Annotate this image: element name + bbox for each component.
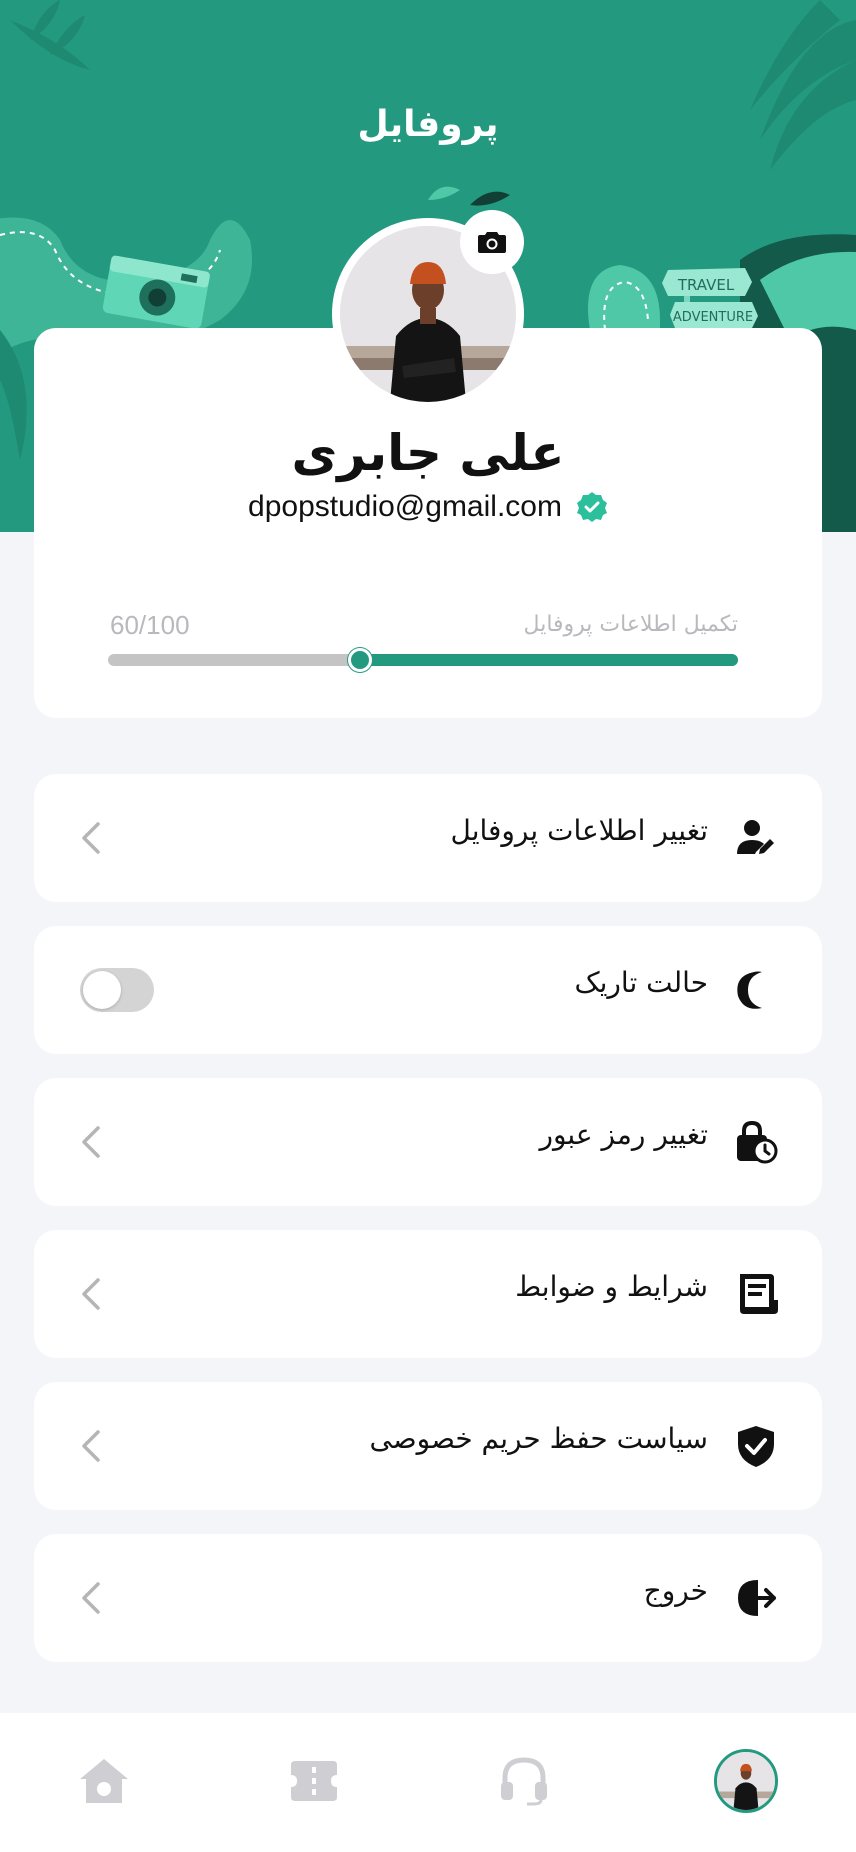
chevron-left-icon <box>82 1278 100 1310</box>
profile-completion-label: تکمیل اطلاعات پروفایل <box>523 612 738 637</box>
menu-item-privacy-policy[interactable]: سیاست حفظ حریم خصوصی <box>34 1382 822 1510</box>
nav-avatar <box>714 1749 778 1813</box>
menu-item-terms[interactable]: شرایط و ضوابط <box>34 1230 822 1358</box>
profile-completion-fill <box>360 654 738 666</box>
document-icon <box>740 1274 778 1314</box>
profile-completion-knob <box>348 648 372 672</box>
user-name: علی جابری <box>291 424 565 482</box>
chevron-left-icon <box>82 1126 100 1158</box>
user-email: dpopstudio@gmail.com <box>248 490 562 523</box>
menu-label: خروج <box>643 1574 708 1607</box>
menu-label: تغییر اطلاعات پروفایل <box>450 814 709 847</box>
chevron-left-icon <box>82 822 100 854</box>
menu-item-logout[interactable]: خروج <box>34 1534 822 1662</box>
nav-tickets[interactable] <box>282 1749 346 1813</box>
lock-clock-icon <box>737 1120 778 1164</box>
logout-icon <box>738 1580 776 1616</box>
svg-text:TRAVEL: TRAVEL <box>677 276 735 294</box>
menu-label: شرایط و ضوابط <box>515 1270 708 1303</box>
headset-icon <box>501 1757 547 1806</box>
chevron-left-icon <box>82 1582 100 1614</box>
menu-item-edit-profile[interactable]: تغییر اطلاعات پروفایل <box>34 774 822 902</box>
dark-mode-toggle[interactable] <box>80 968 154 1012</box>
profile-completion-bar <box>108 648 738 672</box>
toggle-knob <box>83 971 121 1009</box>
nav-profile[interactable] <box>714 1749 778 1813</box>
chevron-left-icon <box>82 1430 100 1462</box>
bottom-navigation <box>0 1713 856 1852</box>
menu-label: سیاست حفظ حریم خصوصی <box>369 1422 708 1455</box>
menu-label: حالت تاریک <box>574 966 708 999</box>
user-edit-icon <box>737 820 774 854</box>
change-photo-button[interactable] <box>460 210 524 274</box>
nav-home[interactable] <box>72 1749 136 1813</box>
moon-icon <box>737 971 774 1009</box>
camera-icon <box>478 232 506 253</box>
page-title: پروفایل <box>357 104 499 145</box>
nav-support[interactable] <box>492 1749 556 1813</box>
home-icon <box>80 1759 128 1803</box>
profile-completion-value: 60/100 <box>110 610 190 640</box>
ticket-icon <box>291 1761 337 1801</box>
verified-badge-icon <box>576 492 607 522</box>
email-row: dpopstudio@gmail.com <box>0 490 856 524</box>
menu-item-dark-mode[interactable]: حالت تاریک <box>34 926 822 1054</box>
svg-text:ADVENTURE: ADVENTURE <box>673 310 753 325</box>
shield-check-icon <box>738 1426 774 1467</box>
menu-item-change-password[interactable]: تغییر رمز عبور <box>34 1078 822 1206</box>
menu-label: تغییر رمز عبور <box>539 1118 708 1151</box>
